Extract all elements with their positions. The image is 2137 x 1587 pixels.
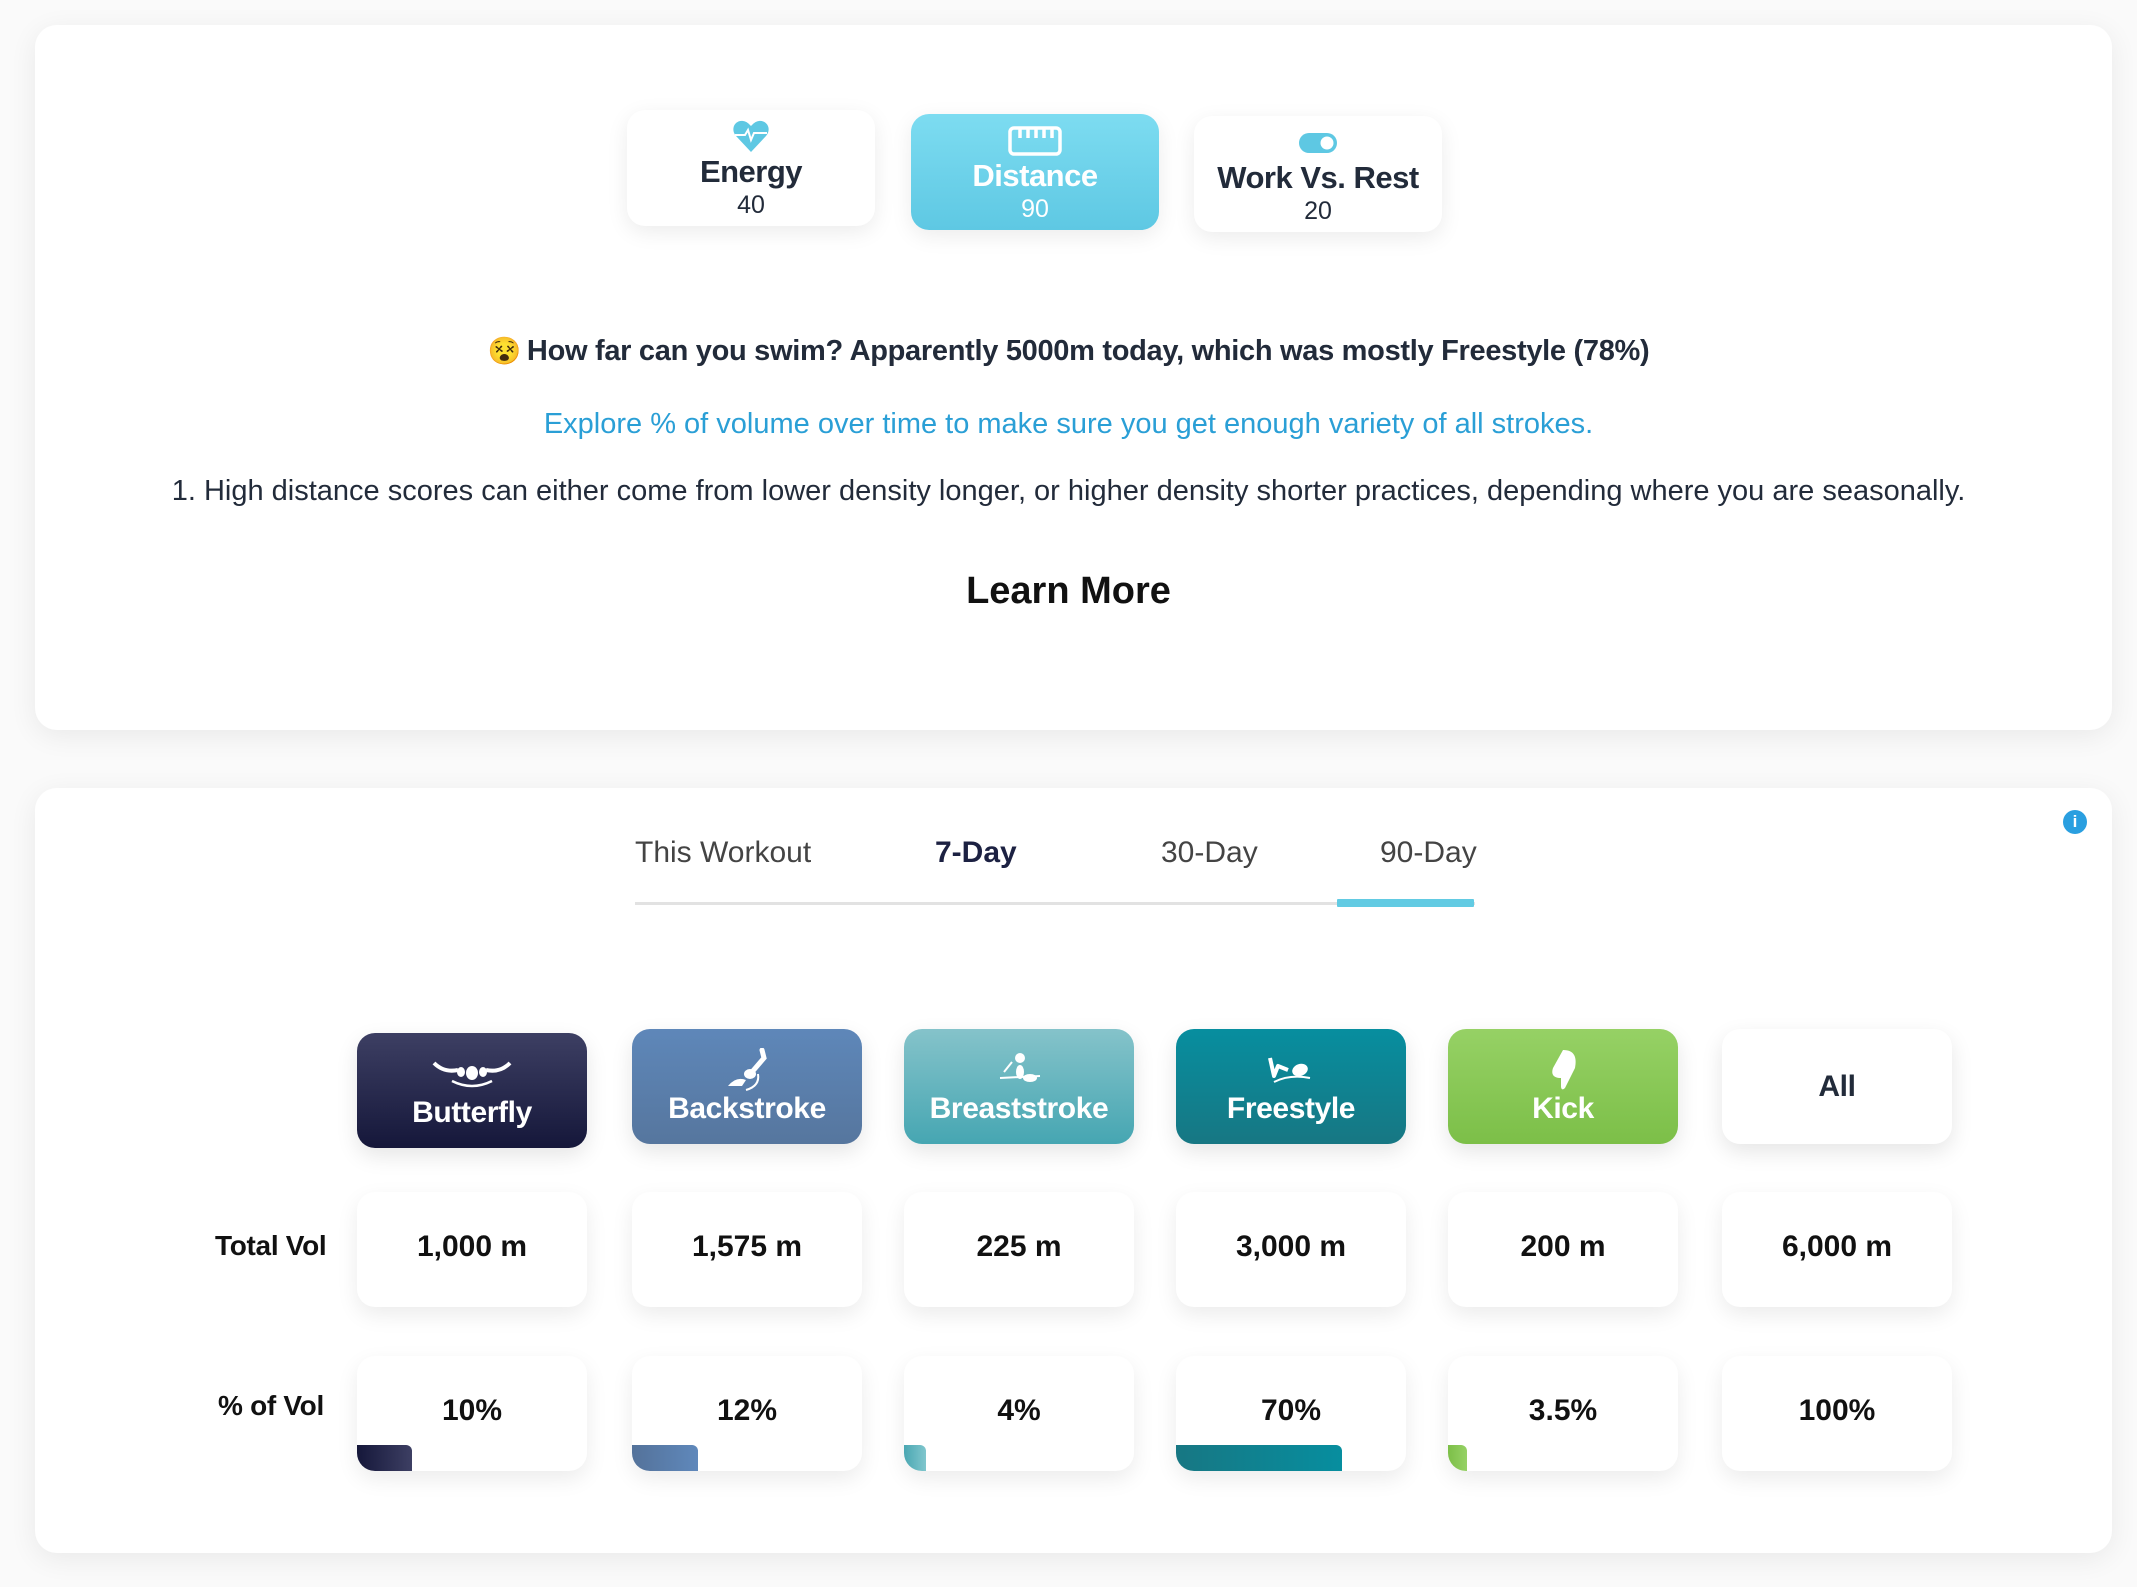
percent-vol-cell: 10% bbox=[357, 1356, 587, 1471]
score-value: 90 bbox=[1021, 195, 1049, 223]
score-label: Energy bbox=[699, 154, 803, 189]
percent-vol-value: 100% bbox=[1798, 1394, 1876, 1427]
percent-vol-bar bbox=[904, 1445, 926, 1471]
row-label-percent-vol: % of Vol bbox=[218, 1390, 324, 1421]
stroke-label: Backstroke bbox=[668, 1091, 826, 1125]
score-tile-distance[interactable]: Distance 90 bbox=[911, 114, 1159, 230]
percent-vol-bar bbox=[357, 1445, 412, 1471]
stroke-label: Freestyle bbox=[1226, 1091, 1356, 1125]
headline-text: How far can you swim? Apparently 5000m t… bbox=[526, 335, 1650, 367]
percent-vol-cell: 3.5% bbox=[1448, 1356, 1678, 1471]
stroke-label: Kick bbox=[1532, 1091, 1594, 1125]
percent-vol-cell: 70% bbox=[1176, 1356, 1406, 1471]
score-value: 40 bbox=[737, 191, 765, 219]
tab-active-indicator bbox=[1337, 899, 1474, 907]
percent-vol-value: 4% bbox=[997, 1394, 1041, 1427]
tab-90-day[interactable]: 90-Day bbox=[1380, 836, 1477, 870]
percent-vol-value: 70% bbox=[1260, 1394, 1322, 1427]
insight-headline: 😵 How far can you swim? Apparently 5000m … bbox=[0, 335, 2137, 368]
stroke-button-all[interactable]: All bbox=[1722, 1029, 1952, 1144]
dizzy-face-icon: 😵 bbox=[487, 336, 522, 366]
total-vol-value: 200 m bbox=[1520, 1230, 1606, 1263]
total-vol-value: 225 m bbox=[976, 1230, 1062, 1263]
stroke-label: All bbox=[1818, 1069, 1856, 1103]
total-vol-cell: 1,000 m bbox=[357, 1192, 587, 1307]
percent-vol-bar bbox=[632, 1445, 698, 1471]
total-vol-cell: 200 m bbox=[1448, 1192, 1678, 1307]
tab-30-day[interactable]: 30-Day bbox=[1161, 836, 1258, 870]
toggle-icon bbox=[1298, 126, 1338, 160]
breaststroke-swimmer-icon bbox=[994, 1048, 1044, 1092]
total-vol-cell: 6,000 m bbox=[1722, 1192, 1952, 1307]
percent-vol-value: 3.5% bbox=[1528, 1394, 1598, 1427]
percent-vol-bar bbox=[1448, 1445, 1467, 1471]
score-tile-energy[interactable]: Energy 40 bbox=[627, 110, 875, 226]
percent-vol-value: 12% bbox=[716, 1394, 778, 1427]
row-label-total-vol: Total Vol bbox=[215, 1230, 327, 1261]
score-tile-work-vs-rest[interactable]: Work Vs. Rest 20 bbox=[1194, 116, 1442, 232]
score-value: 20 bbox=[1304, 197, 1332, 225]
butterfly-swimmer-icon bbox=[430, 1052, 514, 1096]
tab-this-workout[interactable]: This Workout bbox=[635, 836, 811, 870]
percent-vol-bar bbox=[1176, 1445, 1342, 1471]
stroke-button-freestyle[interactable]: Freestyle bbox=[1176, 1029, 1406, 1144]
total-vol-value: 3,000 m bbox=[1235, 1230, 1347, 1263]
total-vol-value: 1,575 m bbox=[691, 1230, 803, 1263]
kickboard-icon bbox=[1545, 1048, 1581, 1092]
score-label: Work Vs. Rest bbox=[1217, 160, 1419, 195]
time-range-tabs: This Workout 7-Day 30-Day 90-Day bbox=[600, 810, 1510, 910]
percent-vol-cell: 100% bbox=[1722, 1356, 1952, 1471]
percent-vol-cell: 12% bbox=[632, 1356, 862, 1471]
tab-7-day[interactable]: 7-Day bbox=[935, 836, 1017, 870]
backstroke-swimmer-icon bbox=[722, 1047, 772, 1092]
freestyle-swimmer-icon bbox=[1266, 1048, 1316, 1092]
stroke-button-butterfly[interactable]: Butterfly bbox=[357, 1033, 587, 1148]
learn-more-button[interactable]: Learn More bbox=[0, 570, 2137, 613]
total-vol-cell: 1,575 m bbox=[632, 1192, 862, 1307]
stroke-label: Butterfly bbox=[412, 1095, 532, 1129]
total-vol-cell: 3,000 m bbox=[1176, 1192, 1406, 1307]
stroke-button-breaststroke[interactable]: Breaststroke bbox=[904, 1029, 1134, 1144]
insight-tip: 1. High distance scores can either come … bbox=[171, 475, 1966, 507]
heart-pulse-icon bbox=[732, 120, 770, 154]
total-vol-cell: 225 m bbox=[904, 1192, 1134, 1307]
percent-vol-cell: 4% bbox=[904, 1356, 1134, 1471]
stroke-label: Breaststroke bbox=[929, 1091, 1109, 1125]
total-vol-value: 6,000 m bbox=[1781, 1230, 1893, 1263]
info-icon[interactable]: i bbox=[2063, 810, 2087, 834]
score-label: Distance bbox=[972, 158, 1098, 193]
stroke-button-kick[interactable]: Kick bbox=[1448, 1029, 1678, 1144]
percent-vol-value: 10% bbox=[441, 1394, 503, 1427]
explore-volume-link[interactable]: Explore % of volume over time to make su… bbox=[0, 408, 2137, 441]
ruler-icon bbox=[1008, 124, 1062, 158]
total-vol-value: 1,000 m bbox=[416, 1230, 528, 1263]
stroke-button-backstroke[interactable]: Backstroke bbox=[632, 1029, 862, 1144]
